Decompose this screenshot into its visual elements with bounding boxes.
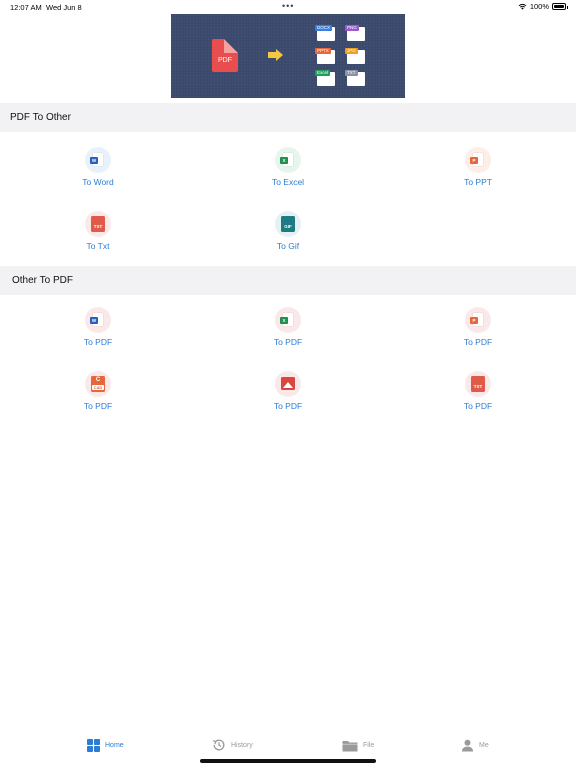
tool-label: To PDF <box>273 337 303 347</box>
jpg-tag: JPG <box>345 48 358 54</box>
png-doc-icon: PNG <box>345 25 365 41</box>
jpg-doc-icon: JPG <box>345 48 365 64</box>
person-icon <box>461 739 474 752</box>
section-title: PDF To Other <box>10 112 71 123</box>
tool-pdf-to-txt[interactable]: TXT To Txt <box>58 211 138 261</box>
cad-icon: C CAD <box>85 371 111 397</box>
word-icon: W <box>85 307 111 333</box>
word-icon: W <box>85 147 111 173</box>
tab-file[interactable]: File <box>342 737 374 753</box>
excel-tag: Excel <box>315 70 331 76</box>
tool-excel-to-pdf[interactable]: X To PDF <box>248 307 328 357</box>
tool-label: To PDF <box>463 337 493 347</box>
folder-icon <box>342 740 358 751</box>
tool-pdf-to-ppt[interactable]: P To PPT <box>438 147 518 197</box>
tool-image-to-pdf[interactable]: To PDF <box>248 371 328 421</box>
tab-label: File <box>363 741 375 749</box>
history-icon <box>212 739 225 751</box>
status-bar: 12:07 AM Wed Jun 8 ••• 100% <box>0 0 576 14</box>
tool-label: To Txt <box>86 241 110 251</box>
txt-tag: TXT <box>345 70 358 76</box>
tool-cad-to-pdf[interactable]: C CAD To PDF <box>58 371 138 421</box>
tab-label: History <box>231 741 253 749</box>
docx-doc-icon: DOCX <box>315 25 335 41</box>
tool-ppt-to-pdf[interactable]: P To PDF <box>438 307 518 357</box>
multitasking-dots-icon[interactable]: ••• <box>282 1 294 11</box>
status-time: 12:07 AM <box>10 3 42 12</box>
status-indicators: 100% <box>518 2 568 11</box>
home-indicator[interactable] <box>200 759 376 763</box>
tab-home[interactable]: Home <box>87 737 124 753</box>
battery-percent: 100% <box>529 2 549 11</box>
excel-icon: X <box>275 307 301 333</box>
tool-label: To PDF <box>463 401 493 411</box>
section-header-other-to-pdf: Other To PDF <box>0 266 576 295</box>
wifi-icon <box>518 3 527 10</box>
tool-label: To Gif <box>276 241 300 251</box>
pptx-tag: PPTX <box>315 48 331 54</box>
tab-history[interactable]: History <box>212 737 253 753</box>
ppt-icon: P <box>465 147 491 173</box>
txt-doc-icon: TXT <box>345 70 365 86</box>
excel-doc-icon: Excel <box>315 70 335 86</box>
tool-pdf-to-word[interactable]: W To Word <box>58 147 138 197</box>
pptx-doc-icon: PPTX <box>315 48 335 64</box>
promo-banner[interactable]: PDF DOCX PNG PPTX JPG Excel TXT <box>171 14 405 98</box>
section-header-pdf-to-other: PDF To Other <box>0 103 576 132</box>
gif-icon: GIF <box>275 211 301 237</box>
txt-icon: TXT <box>465 371 491 397</box>
tool-label: To PPT <box>464 177 492 187</box>
tool-label: To PDF <box>83 401 113 411</box>
tool-label: To Word <box>82 177 114 187</box>
image-icon <box>275 371 301 397</box>
tab-label: Me <box>479 741 489 749</box>
tool-pdf-to-gif[interactable]: GIF To Gif <box>248 211 328 261</box>
tab-me[interactable]: Me <box>461 737 489 753</box>
banner-pdf-label: PDF <box>218 57 232 64</box>
tool-txt-to-pdf[interactable]: TXT To PDF <box>438 371 518 421</box>
pdf-file-icon: PDF <box>212 39 238 72</box>
txt-icon: TXT <box>85 211 111 237</box>
tool-pdf-to-excel[interactable]: X To Excel <box>248 147 328 197</box>
battery-icon <box>552 3 568 10</box>
png-tag: PNG <box>345 25 359 31</box>
tool-label: To PDF <box>273 401 303 411</box>
tool-label: To PDF <box>83 337 113 347</box>
tool-label: To Excel <box>271 177 305 187</box>
ppt-icon: P <box>465 307 491 333</box>
status-date: Wed Jun 8 <box>46 3 82 12</box>
section-title: Other To PDF <box>12 275 73 286</box>
tab-label: Home <box>105 741 124 749</box>
tool-word-to-pdf[interactable]: W To PDF <box>58 307 138 357</box>
home-grid-icon <box>87 738 100 752</box>
docx-tag: DOCX <box>315 25 333 31</box>
excel-icon: X <box>275 147 301 173</box>
